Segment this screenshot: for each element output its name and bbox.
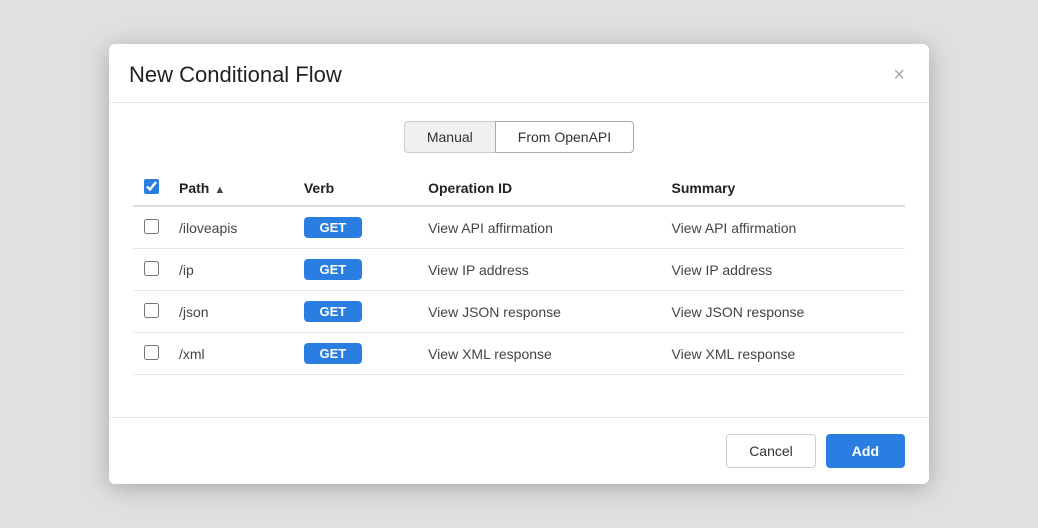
row-verb: GET: [294, 249, 418, 291]
header-operation-id: Operation ID: [418, 171, 661, 206]
dialog-title: New Conditional Flow: [129, 62, 342, 88]
verb-badge: GET: [304, 301, 362, 322]
verb-badge: GET: [304, 343, 362, 364]
row-verb: GET: [294, 291, 418, 333]
select-all-checkbox[interactable]: [144, 179, 159, 194]
table-header-row: Path ▲ Verb Operation ID Summary: [133, 171, 905, 206]
add-button[interactable]: Add: [826, 434, 905, 468]
table-row: /xml GET View XML responseView XML respons…: [133, 333, 905, 375]
header-verb: Verb: [294, 171, 418, 206]
table-row: /ip GET View IP addressView IP address: [133, 249, 905, 291]
tab-bar: Manual From OpenAPI: [133, 121, 905, 153]
header-checkbox-col: [133, 171, 169, 206]
row-path: /ip: [169, 249, 294, 291]
dialog-footer: Cancel Add: [109, 417, 929, 484]
tab-from-openapi[interactable]: From OpenAPI: [495, 121, 634, 153]
row-summary: View API affirmation: [662, 206, 905, 249]
new-conditional-flow-dialog: New Conditional Flow × Manual From OpenA…: [109, 44, 929, 484]
row-operation-id: View IP address: [418, 249, 661, 291]
row-operation-id: View JSON response: [418, 291, 661, 333]
row-summary: View XML response: [662, 333, 905, 375]
cancel-button[interactable]: Cancel: [726, 434, 816, 468]
row-checkbox-row-ip[interactable]: [144, 261, 159, 276]
row-checkbox-cell: [133, 249, 169, 291]
row-verb: GET: [294, 206, 418, 249]
header-path: Path ▲: [169, 171, 294, 206]
header-summary: Summary: [662, 171, 905, 206]
row-checkbox-row-xml[interactable]: [144, 345, 159, 360]
row-summary: View IP address: [662, 249, 905, 291]
row-checkbox-cell: [133, 206, 169, 249]
row-checkbox-cell: [133, 333, 169, 375]
row-path: /iloveapis: [169, 206, 294, 249]
table-row: /json GET View JSON responseView JSON resp…: [133, 291, 905, 333]
tab-manual[interactable]: Manual: [404, 121, 495, 153]
row-path: /xml: [169, 333, 294, 375]
path-sort-icon: ▲: [211, 184, 225, 196]
row-summary: View JSON response: [662, 291, 905, 333]
verb-badge: GET: [304, 217, 362, 238]
row-checkbox-cell: [133, 291, 169, 333]
verb-badge: GET: [304, 259, 362, 280]
row-operation-id: View API affirmation: [418, 206, 661, 249]
row-checkbox-row-iloveapis[interactable]: [144, 219, 159, 234]
dialog-body: Manual From OpenAPI Path ▲ Verb Operatio…: [109, 103, 929, 407]
row-path: /json: [169, 291, 294, 333]
api-table: Path ▲ Verb Operation ID Summary /ilovea…: [133, 171, 905, 375]
row-verb: GET: [294, 333, 418, 375]
dialog-header: New Conditional Flow ×: [109, 44, 929, 103]
close-button[interactable]: ×: [889, 65, 909, 85]
row-operation-id: View XML response: [418, 333, 661, 375]
table-row: /iloveapis GET View API affirmationView AP…: [133, 206, 905, 249]
row-checkbox-row-json[interactable]: [144, 303, 159, 318]
